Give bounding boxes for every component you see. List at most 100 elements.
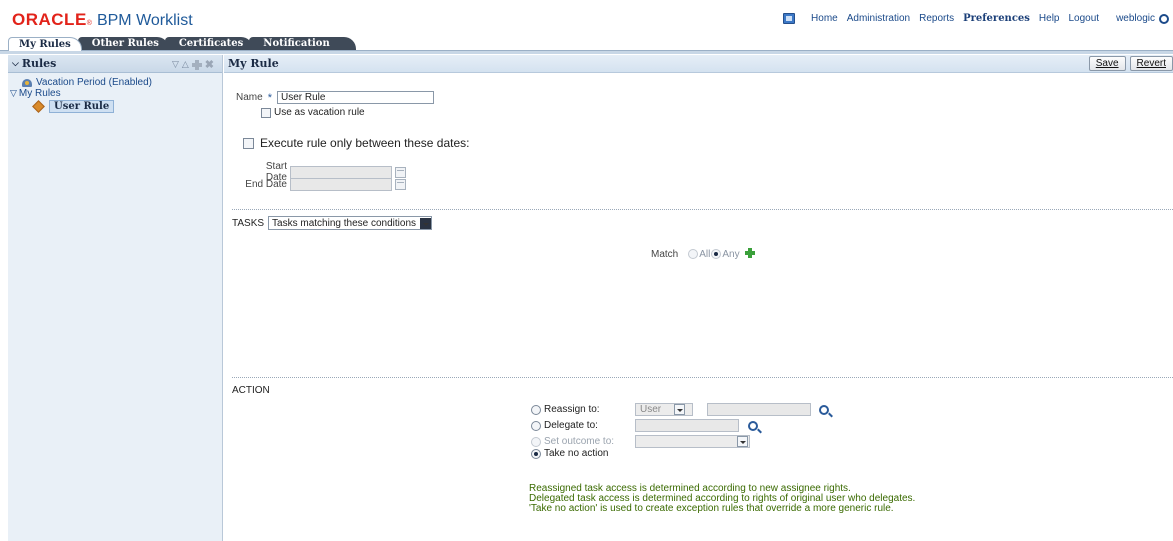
calendar-icon[interactable] bbox=[395, 179, 406, 190]
oracle-logo: ORACLE ® BPM Worklist bbox=[12, 10, 193, 30]
rules-panel: ⌵ Rules ▽ △ ✖ Vacation Period (Enabled) … bbox=[8, 55, 223, 541]
required-marker: * bbox=[267, 91, 272, 104]
no-action-radio[interactable] bbox=[531, 448, 541, 459]
revert-button[interactable]: Revert bbox=[1129, 56, 1173, 71]
match-row: Match All Any bbox=[651, 248, 757, 260]
search-icon[interactable] bbox=[1159, 13, 1169, 24]
collapse-all-icon[interactable]: △ bbox=[182, 60, 189, 70]
search-icon[interactable] bbox=[819, 404, 829, 415]
tree-item-vacation[interactable]: Vacation Period (Enabled) bbox=[10, 77, 220, 88]
reassign-label: Reassign to: bbox=[544, 404, 600, 415]
rules-tree: Vacation Period (Enabled) ▽ My Rules Use… bbox=[8, 73, 222, 117]
set-outcome-select[interactable] bbox=[635, 435, 750, 448]
match-all-radio[interactable] bbox=[688, 249, 699, 259]
tasks-filter-select[interactable]: Tasks matching these conditions bbox=[268, 216, 433, 230]
nav-reports[interactable]: Reports bbox=[919, 13, 954, 24]
tree-item-user-rule[interactable]: User Rule bbox=[10, 100, 220, 113]
match-any-label: Any bbox=[722, 248, 740, 260]
vacation-rule-label: Use as vacation rule bbox=[274, 107, 365, 118]
end-date-row: End Date bbox=[242, 178, 406, 191]
tab-certificates[interactable]: Certificates bbox=[164, 37, 254, 51]
logo-brand: ORACLE bbox=[12, 10, 87, 29]
execute-dates-row: Execute rule only between these dates: bbox=[243, 136, 469, 150]
collapse-icon[interactable]: ⌵ bbox=[12, 59, 19, 69]
vacation-rule-row: Use as vacation rule bbox=[261, 107, 365, 118]
tasks-row: TASKS Tasks matching these conditions bbox=[232, 216, 433, 230]
tasks-section-title: TASKS bbox=[232, 217, 265, 229]
end-date-input[interactable] bbox=[290, 178, 392, 191]
action-title-text: ACTION bbox=[232, 385, 270, 396]
preferences-tabs: My Rules Other Rules Certificates Notifi… bbox=[8, 37, 356, 51]
tab-strip bbox=[0, 50, 1173, 54]
reassign-type-value: User bbox=[640, 404, 662, 415]
action-notes: Reassigned task access is determined acc… bbox=[529, 484, 915, 514]
no-action-row: Take no action bbox=[531, 448, 609, 459]
match-any-radio[interactable] bbox=[711, 249, 722, 259]
delete-rule-icon[interactable]: ✖ bbox=[205, 58, 214, 71]
worklist-icon[interactable] bbox=[783, 13, 796, 24]
global-nav: Home Administration Reports Preferences … bbox=[783, 13, 1169, 24]
rule-icon bbox=[32, 100, 45, 113]
reassign-type-select[interactable]: User bbox=[635, 403, 693, 416]
save-button[interactable]: Save bbox=[1088, 56, 1126, 71]
end-date-label: End Date bbox=[245, 179, 287, 190]
vacation-rule-checkbox[interactable] bbox=[261, 107, 271, 118]
nav-preferences[interactable]: Preferences bbox=[963, 13, 1030, 24]
no-action-label: Take no action bbox=[544, 448, 609, 459]
vacation-icon bbox=[22, 78, 32, 87]
tab-other-rules[interactable]: Other Rules bbox=[77, 37, 169, 51]
rule-editor: My Rule Save Revert Name * Use as vacati… bbox=[224, 55, 1173, 541]
tab-my-rules[interactable]: My Rules bbox=[8, 37, 82, 51]
tree-folder-my-rules[interactable]: ▽ My Rules bbox=[10, 88, 220, 99]
current-user: weblogic bbox=[1116, 13, 1155, 24]
section-divider bbox=[232, 377, 1173, 378]
tree-item-label: Vacation Period (Enabled) bbox=[36, 77, 152, 88]
chevron-down-icon[interactable] bbox=[420, 217, 432, 229]
name-row: Name * bbox=[236, 91, 434, 104]
expand-all-icon[interactable]: ▽ bbox=[172, 60, 179, 70]
rules-toolbar: ▽ △ ✖ bbox=[172, 58, 214, 71]
match-label: Match bbox=[651, 248, 679, 260]
nav-administration[interactable]: Administration bbox=[847, 13, 910, 24]
reassign-row: Reassign to: User bbox=[531, 403, 829, 416]
tab-notification[interactable]: Notification bbox=[249, 37, 356, 51]
nav-home[interactable]: Home bbox=[811, 13, 838, 24]
app-header: ORACLE ® BPM Worklist Home Administratio… bbox=[0, 0, 1173, 38]
delegate-user-input[interactable] bbox=[635, 419, 739, 432]
delegate-radio[interactable] bbox=[531, 420, 541, 431]
tasks-filter-value: Tasks matching these conditions bbox=[272, 217, 417, 229]
reassign-user-input[interactable] bbox=[707, 403, 811, 416]
tree-folder-label: My Rules bbox=[18, 88, 61, 99]
add-rule-icon[interactable] bbox=[191, 59, 202, 70]
action-section-title: ACTION bbox=[232, 384, 270, 396]
expand-toggle-icon[interactable]: ▽ bbox=[10, 88, 17, 99]
match-all-label: All bbox=[699, 248, 711, 260]
set-outcome-label: Set outcome to: bbox=[544, 436, 615, 447]
chevron-down-icon[interactable] bbox=[737, 436, 748, 447]
rules-panel-header: ⌵ Rules ▽ △ ✖ bbox=[8, 55, 222, 73]
calendar-icon[interactable] bbox=[395, 166, 406, 178]
reassign-radio[interactable] bbox=[531, 404, 541, 415]
note-no-action: 'Take no action' is used to create excep… bbox=[529, 503, 894, 514]
chevron-down-icon[interactable] bbox=[674, 404, 685, 415]
nav-logout[interactable]: Logout bbox=[1068, 13, 1099, 24]
app-title: BPM Worklist bbox=[96, 12, 193, 29]
nav-help[interactable]: Help bbox=[1039, 13, 1060, 24]
rule-editor-header: My Rule Save Revert bbox=[224, 55, 1173, 73]
logo-registered-mark: ® bbox=[86, 20, 92, 27]
delegate-row: Delegate to: bbox=[531, 419, 758, 432]
rule-editor-title: My Rule bbox=[228, 57, 279, 70]
add-condition-icon[interactable] bbox=[744, 248, 757, 260]
start-date-input[interactable] bbox=[290, 165, 392, 179]
tree-item-selected-label[interactable]: User Rule bbox=[49, 100, 115, 113]
rule-name-input[interactable] bbox=[276, 91, 434, 104]
search-icon[interactable] bbox=[748, 420, 758, 431]
name-label: Name bbox=[236, 92, 263, 103]
set-outcome-radio[interactable] bbox=[531, 436, 541, 447]
execute-dates-checkbox[interactable] bbox=[243, 137, 254, 149]
section-divider bbox=[232, 209, 1173, 210]
delegate-label: Delegate to: bbox=[544, 420, 598, 431]
set-outcome-row: Set outcome to: bbox=[531, 435, 750, 448]
execute-dates-label: Execute rule only between these dates: bbox=[260, 136, 470, 150]
rules-panel-title: Rules bbox=[21, 57, 57, 70]
